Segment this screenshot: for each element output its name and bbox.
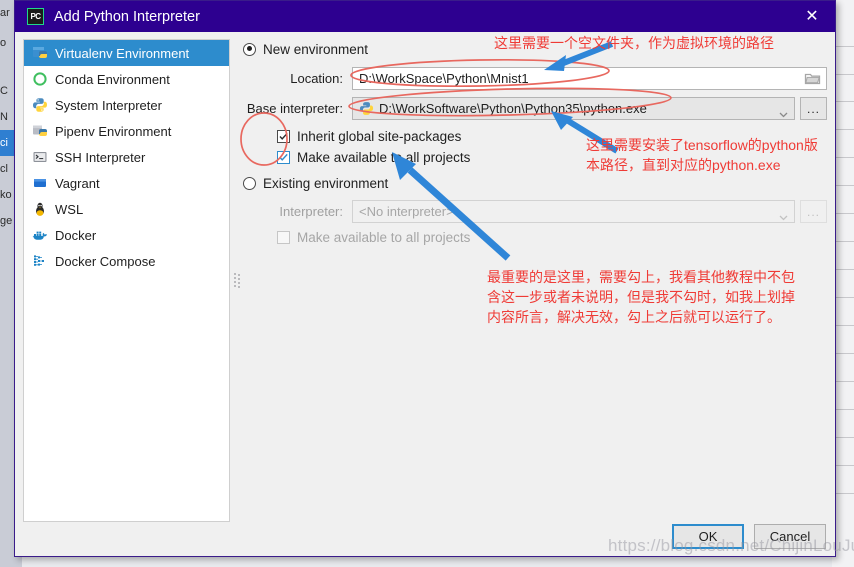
- close-icon[interactable]: ✕: [789, 1, 835, 32]
- sidebar-item-wsl[interactable]: WSL: [24, 196, 229, 222]
- sidebar-item-system-interpreter[interactable]: System Interpreter: [24, 92, 229, 118]
- sidebar-item-label: Vagrant: [55, 175, 100, 191]
- annotation-checkbox-note-3: 内容所言，解决无效，勾上之后就可以运行了。: [487, 309, 781, 325]
- docker-icon: [32, 227, 48, 243]
- location-label: Location:: [290, 71, 343, 86]
- make-available-existing-row: Make available to all projects: [277, 227, 827, 248]
- sidebar-item-docker-compose[interactable]: Docker Compose: [24, 248, 229, 274]
- virtualenv-icon: [32, 45, 48, 61]
- base-interpreter-label: Base interpreter:: [246, 101, 343, 116]
- pycharm-pc-icon: PC: [27, 8, 44, 25]
- environment-type-list[interactable]: Virtualenv Environment Conda Environment: [23, 39, 230, 522]
- existing-environment-label: Existing environment: [263, 175, 389, 191]
- new-environment-label: New environment: [263, 41, 369, 57]
- dialog-titlebar: PC Add Python Interpreter ✕: [15, 1, 835, 32]
- make-available-new-label: Make available to all projects: [297, 150, 471, 165]
- existing-environment-radio[interactable]: [243, 176, 256, 190]
- folder-icon[interactable]: [804, 71, 821, 86]
- chevron-down-icon: [779, 209, 788, 221]
- interpreter-value: <No interpreter>: [359, 204, 454, 219]
- annotation-base-interpreter-note-2: 本路径，直到对应的python.exe: [586, 157, 781, 173]
- base-interpreter-row: Base interpreter: D:\WorkSoftware\Python…: [243, 97, 827, 120]
- sidebar-item-vagrant[interactable]: Vagrant: [24, 170, 229, 196]
- location-value: D:\WorkSpace\Python\Mnist1: [359, 71, 529, 86]
- sidebar-item-ssh-interpreter[interactable]: SSH Interpreter: [24, 144, 229, 170]
- sidebar-item-label: Virtualenv Environment: [55, 45, 190, 61]
- sidebar-item-pipenv-environment[interactable]: Pipenv Environment: [24, 118, 229, 144]
- interpreter-browse-button: ...: [800, 200, 827, 223]
- conda-icon: [32, 71, 48, 87]
- interpreter-label: Interpreter:: [279, 204, 343, 219]
- sidebar-item-label: System Interpreter: [55, 97, 162, 113]
- linux-tux-icon: [32, 201, 48, 217]
- sidebar-item-conda-environment[interactable]: Conda Environment: [24, 66, 229, 92]
- dialog-title: Add Python Interpreter: [54, 8, 200, 25]
- sidebar-item-label: Conda Environment: [55, 71, 170, 87]
- sidebar-item-label: Docker: [55, 227, 97, 243]
- interpreter-row: Interpreter: <No interpreter> ...: [243, 200, 827, 223]
- sidebar-item-docker[interactable]: Docker: [24, 222, 229, 248]
- sidebar-item-virtualenv-environment[interactable]: Virtualenv Environment: [24, 40, 229, 66]
- annotation-checkbox-note-2: 含这一步或者未说明，但是我不勾时，如我上划掉: [487, 289, 795, 305]
- base-interpreter-combo[interactable]: D:\WorkSoftware\Python\Python35\python.e…: [352, 97, 795, 120]
- make-available-new-checkbox[interactable]: [277, 151, 290, 164]
- annotation-location-note: 这里需要一个空文件夹，作为虚拟环境的路径: [494, 35, 774, 51]
- terminal-icon: [32, 149, 48, 165]
- location-input[interactable]: D:\WorkSpace\Python\Mnist1: [352, 67, 827, 90]
- docker-compose-icon: [32, 253, 48, 269]
- annotation-checkbox-note-1: 最重要的是这里，需要勾上，我看其他教程中不包: [487, 269, 795, 285]
- inherit-globals-checkbox[interactable]: [277, 130, 290, 143]
- screenshot-root: ar o C N ci cl ko ge PC Add Python Inter…: [0, 0, 854, 567]
- chevron-down-icon[interactable]: [779, 106, 788, 118]
- pipenv-icon: [32, 123, 48, 139]
- sidebar-item-label: SSH Interpreter: [55, 149, 146, 165]
- make-available-existing-label: Make available to all projects: [297, 230, 471, 245]
- inherit-globals-label: Inherit global site-packages: [297, 129, 462, 144]
- new-environment-radio[interactable]: [243, 42, 256, 56]
- sidebar-item-label: Pipenv Environment: [55, 123, 172, 139]
- existing-environment-radio-row[interactable]: Existing environment: [243, 172, 827, 194]
- python-icon: [359, 101, 374, 116]
- panel-splitter-handle[interactable]: [234, 273, 241, 290]
- watermark-text: https://blog.csdn.net/ChijinLouJue: [608, 536, 854, 555]
- location-row: Location: D:\WorkSpace\Python\Mnist1: [243, 67, 827, 90]
- python-icon: [32, 97, 48, 113]
- vagrant-icon: [32, 175, 48, 191]
- make-available-existing-checkbox: [277, 231, 290, 244]
- sidebar-item-label: Docker Compose: [55, 253, 156, 269]
- base-interpreter-value: D:\WorkSoftware\Python\Python35\python.e…: [379, 101, 647, 116]
- annotation-base-interpreter-note-1: 这里需要安装了tensorflow的python版: [586, 137, 818, 153]
- sidebar-item-label: WSL: [55, 201, 84, 217]
- interpreter-combo: <No interpreter>: [352, 200, 795, 223]
- base-interpreter-browse-button[interactable]: ...: [800, 97, 827, 120]
